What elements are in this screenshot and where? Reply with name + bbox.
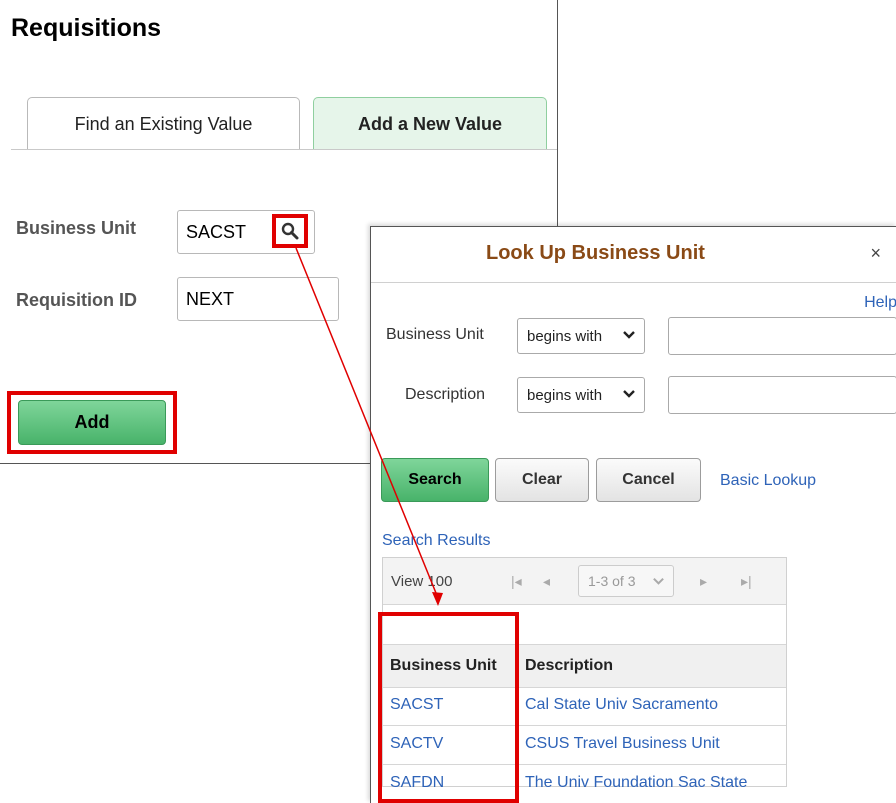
annotation-arrow: [295, 247, 443, 606]
